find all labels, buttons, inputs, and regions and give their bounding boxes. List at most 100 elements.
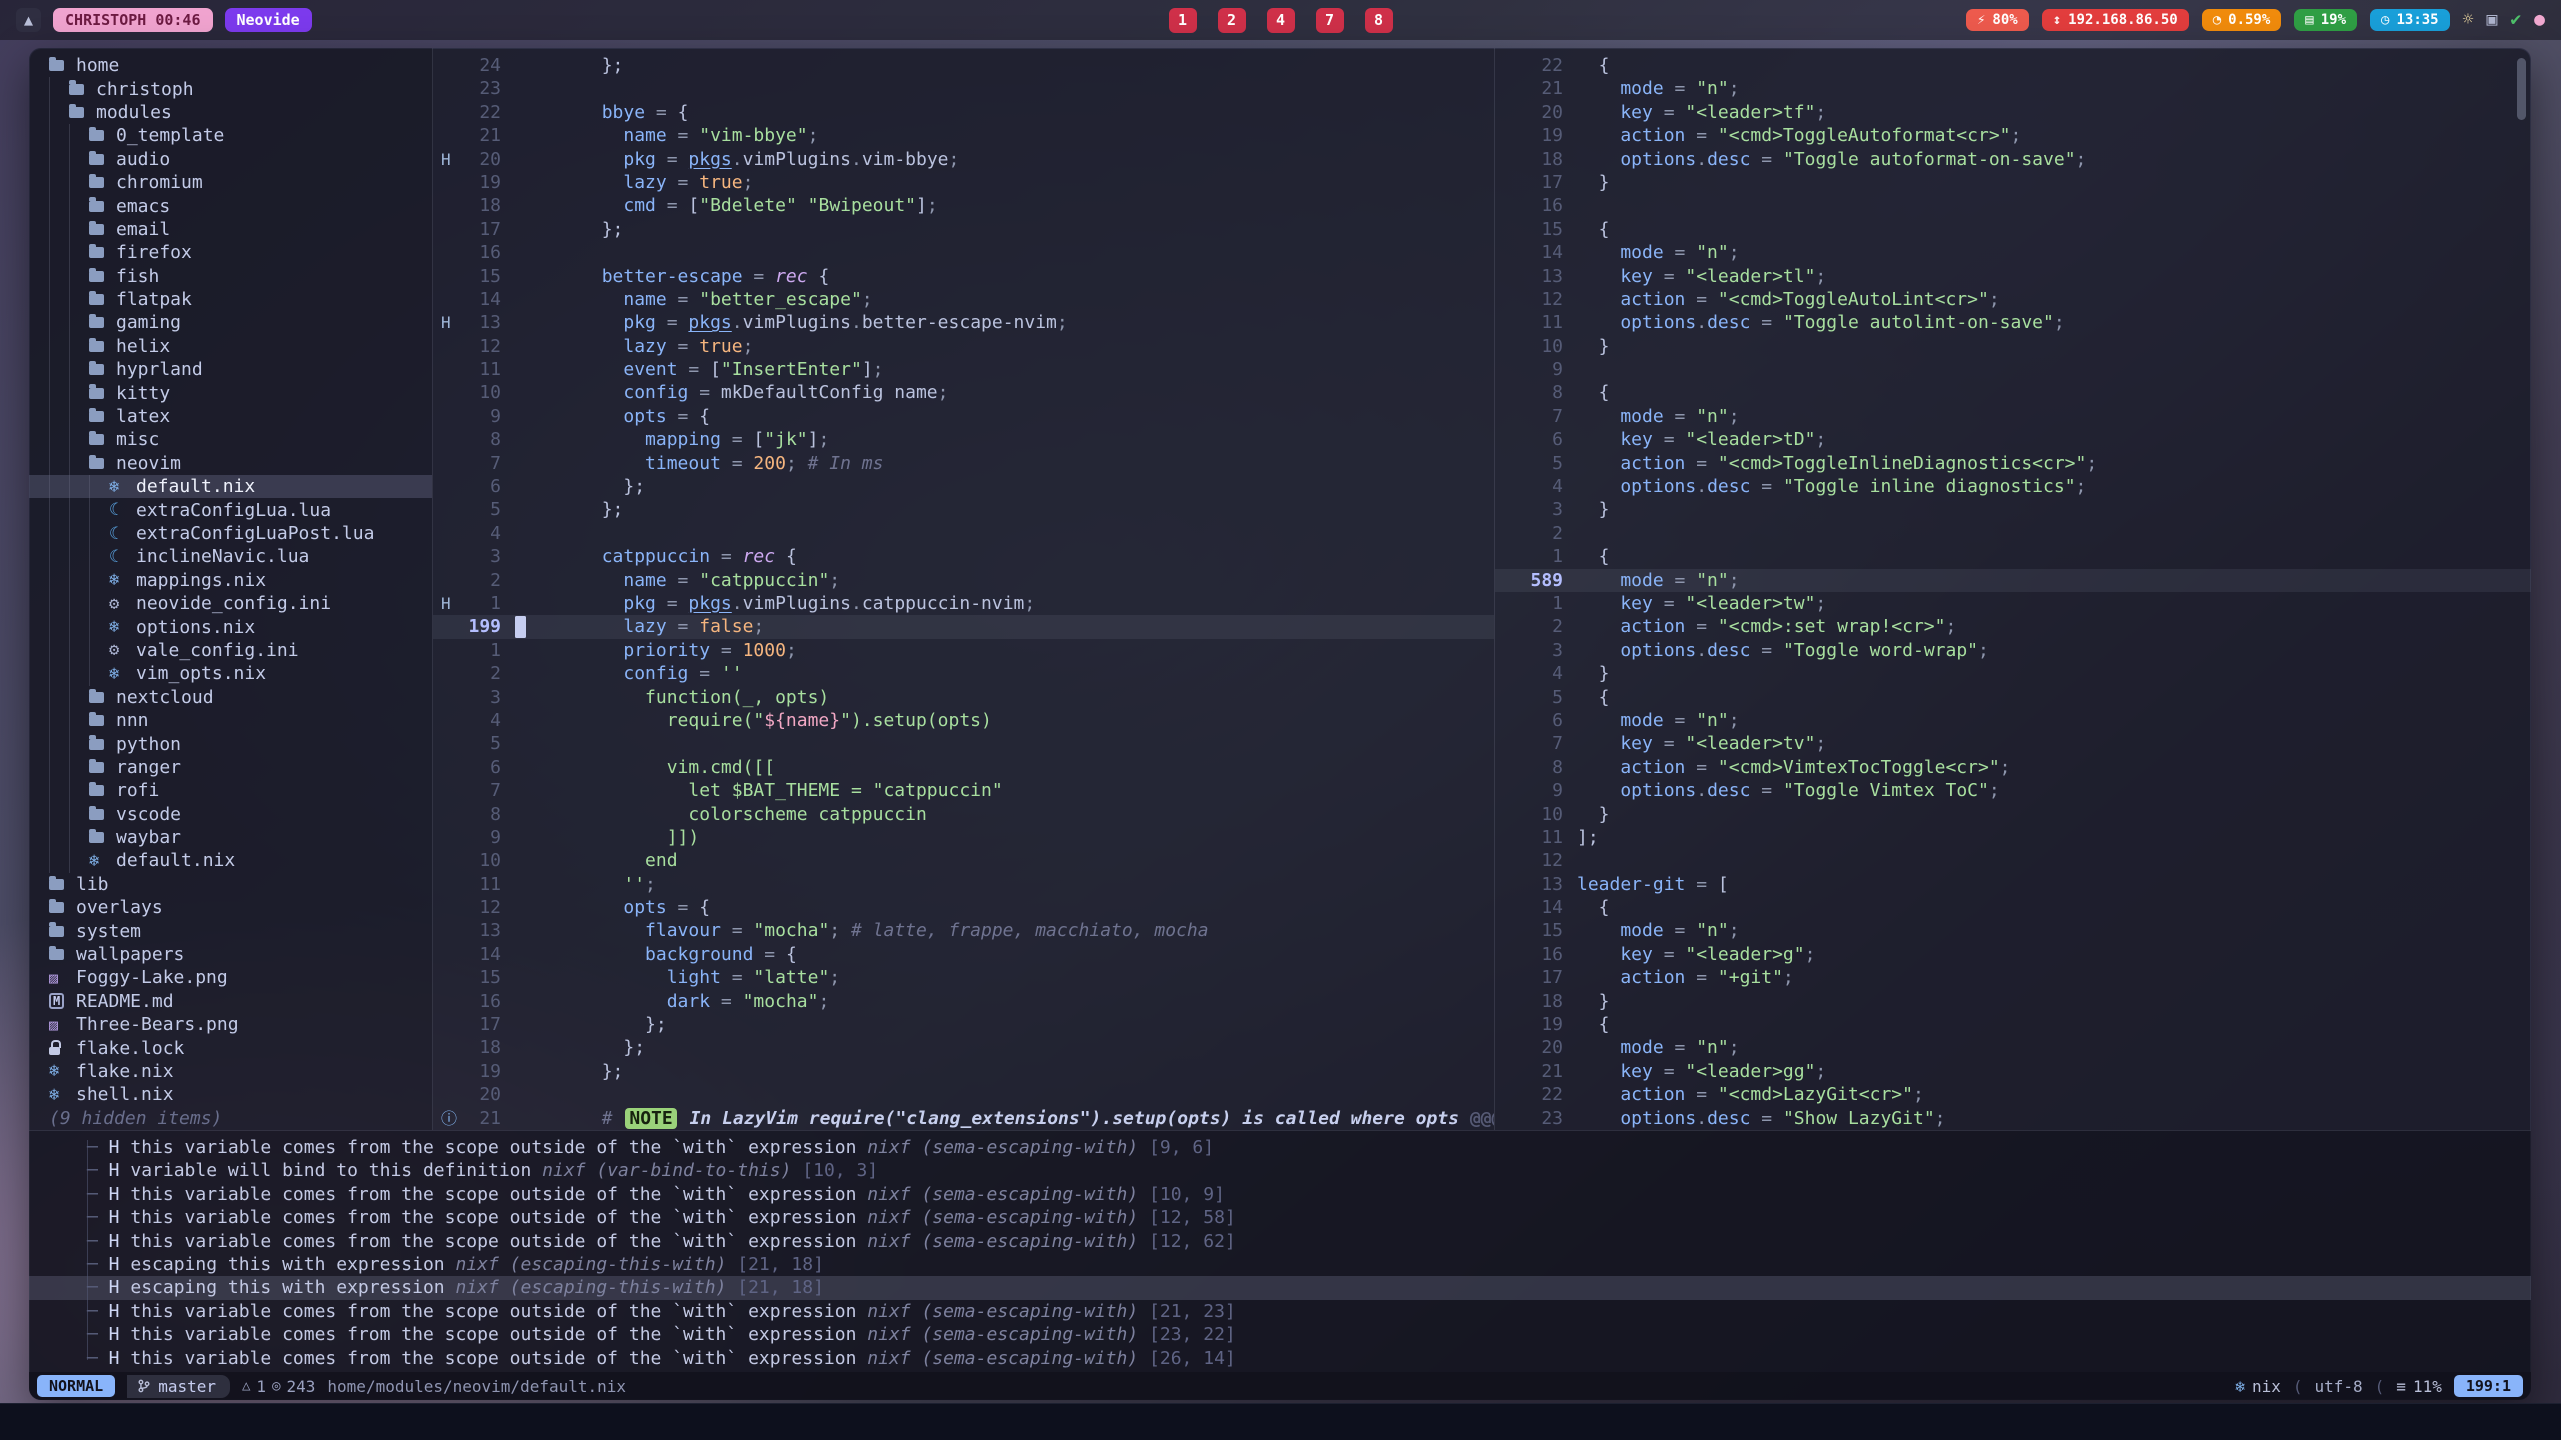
code-line[interactable]: 10 } — [1495, 335, 2531, 358]
tree-item[interactable]: wallpapers — [29, 943, 432, 966]
tree-item[interactable]: ranger — [29, 756, 432, 779]
tree-item[interactable]: emacs — [29, 194, 432, 217]
code-line[interactable]: 2 name = "catppuccin"; — [433, 569, 1494, 592]
code-line[interactable]: 14 mode = "n"; — [1495, 241, 2531, 264]
code-line[interactable]: 199 lazy = false; — [433, 615, 1494, 638]
tree-item[interactable]: chromium — [29, 171, 432, 194]
code-line[interactable]: 4 require("${name}").setup(opts) — [433, 709, 1494, 732]
code-line[interactable]: 16 dark = "mocha"; — [433, 990, 1494, 1013]
bulb-icon[interactable]: ☼ — [2463, 11, 2474, 29]
code-line[interactable]: 12 lazy = true; — [433, 335, 1494, 358]
tree-item[interactable]: vim_opts.nix — [29, 662, 432, 685]
tree-item[interactable]: neovim — [29, 452, 432, 475]
code-line[interactable]: 23 — [433, 77, 1494, 100]
code-line[interactable]: 19 }; — [433, 1060, 1494, 1083]
code-line[interactable]: 20 — [433, 1083, 1494, 1106]
tree-item[interactable]: Foggy-Lake.png — [29, 966, 432, 989]
code-line[interactable]: 6 }; — [433, 475, 1494, 498]
code-line[interactable]: 4 — [433, 522, 1494, 545]
tree-item[interactable]: neovide_config.ini — [29, 592, 432, 615]
code-line[interactable]: 2 config = '' — [433, 662, 1494, 685]
code-line[interactable]: 15 light = "latte"; — [433, 966, 1494, 989]
code-line[interactable]: 2 action = "<cmd>:set wrap!<cr>"; — [1495, 615, 2531, 638]
code-line[interactable]: 19 { — [1495, 1013, 2531, 1036]
code-line[interactable]: 15 { — [1495, 218, 2531, 241]
diagnostics-summary[interactable]: △ 1 ◎ 243 — [242, 1377, 315, 1396]
code-line[interactable]: H1 pkg = pkgs.vimPlugins.catppuccin-nvim… — [433, 592, 1494, 615]
code-line[interactable]: 17 action = "+git"; — [1495, 966, 2531, 989]
code-line[interactable]: 18 } — [1495, 990, 2531, 1013]
tree-item[interactable]: overlays — [29, 896, 432, 919]
code-line[interactable]: 3 catppuccin = rec { — [433, 545, 1494, 568]
code-line[interactable]: 5 — [433, 732, 1494, 755]
code-line[interactable]: 23 options.desc = "Show LazyGit"; — [1495, 1107, 2531, 1130]
code-line[interactable]: 14 name = "better_escape"; — [433, 288, 1494, 311]
code-line[interactable]: 7 mode = "n"; — [1495, 405, 2531, 428]
workspace-button[interactable]: 7 — [1316, 8, 1344, 33]
code-line[interactable]: 12 opts = { — [433, 896, 1494, 919]
code-line[interactable]: 4 } — [1495, 662, 2531, 685]
code-line[interactable]: 11]; — [1495, 826, 2531, 849]
code-line[interactable]: 7 let $BAT_THEME = "catppuccin" — [433, 779, 1494, 802]
code-line[interactable]: 15 better-escape = rec { — [433, 265, 1494, 288]
code-line[interactable]: 8 mapping = ["jk"]; — [433, 428, 1494, 451]
code-line[interactable]: 9 options.desc = "Toggle Vimtex ToC"; — [1495, 779, 2531, 802]
code-line[interactable]: 4 options.desc = "Toggle inline diagnost… — [1495, 475, 2531, 498]
code-line[interactable]: 6 vim.cmd([[ — [433, 756, 1494, 779]
tree-item[interactable]: modules — [29, 101, 432, 124]
code-line[interactable]: 6 key = "<leader>tD"; — [1495, 428, 2531, 451]
code-line[interactable]: 11 event = ["InsertEnter"]; — [433, 358, 1494, 381]
code-line[interactable]: 19 lazy = true; — [433, 171, 1494, 194]
tree-item[interactable]: options.nix — [29, 615, 432, 638]
tree-item[interactable]: Three-Bears.png — [29, 1013, 432, 1036]
code-line[interactable]: 6 mode = "n"; — [1495, 709, 2531, 732]
memory-badge[interactable]: ▤19% — [2294, 9, 2357, 31]
tree-item[interactable]: vscode — [29, 803, 432, 826]
code-line[interactable]: 19 action = "<cmd>ToggleAutoformat<cr>"; — [1495, 124, 2531, 147]
tree-item[interactable]: extraConfigLuaPost.lua — [29, 522, 432, 545]
tree-item[interactable]: vale_config.ini — [29, 639, 432, 662]
tree-item[interactable]: default.nix — [29, 475, 432, 498]
code-line[interactable]: 20 key = "<leader>tf"; — [1495, 101, 2531, 124]
tree-item[interactable]: helix — [29, 335, 432, 358]
quickfix-row[interactable]: ─ H this variable comes from the scope o… — [29, 1347, 2531, 1370]
code-line[interactable]: 3 } — [1495, 498, 2531, 521]
code-line[interactable]: 589 mode = "n"; — [1495, 569, 2531, 592]
tree-item[interactable]: waybar — [29, 826, 432, 849]
quickfix-row[interactable]: ─ H this variable comes from the scope o… — [29, 1300, 2531, 1323]
workspace-button[interactable]: 4 — [1267, 8, 1295, 33]
code-line[interactable]: 10 } — [1495, 803, 2531, 826]
code-line[interactable]: 14 { — [1495, 896, 2531, 919]
tree-item[interactable]: python — [29, 732, 432, 755]
tree-item[interactable]: mappings.nix — [29, 569, 432, 592]
code-line[interactable]: 22 bbye = { — [433, 101, 1494, 124]
code-line[interactable]: 21 mode = "n"; — [1495, 77, 2531, 100]
code-line[interactable]: 18 cmd = ["Bdelete" "Bwipeout"]; — [433, 194, 1494, 217]
network-badge[interactable]: ↕192.168.86.50 — [2042, 9, 2189, 31]
tree-item[interactable]: audio — [29, 148, 432, 171]
battery-badge[interactable]: ⚡80% — [1966, 9, 2029, 31]
record-dot-icon[interactable]: ● — [2534, 11, 2545, 29]
code-line[interactable]: H20 pkg = pkgs.vimPlugins.vim-bbye; — [433, 148, 1494, 171]
code-line[interactable]: 16 — [1495, 194, 2531, 217]
code-line[interactable]: 10 config = mkDefaultConfig name; — [433, 381, 1494, 404]
code-line[interactable]: H13 pkg = pkgs.vimPlugins.better-escape-… — [433, 311, 1494, 334]
code-line[interactable]: 24 }; — [433, 54, 1494, 77]
tree-item[interactable]: nnn — [29, 709, 432, 732]
tree-item[interactable]: default.nix — [29, 849, 432, 872]
tree-item[interactable]: hyprland — [29, 358, 432, 381]
tree-item[interactable]: system — [29, 919, 432, 942]
code-line[interactable]: 15 mode = "n"; — [1495, 919, 2531, 942]
code-line[interactable]: 7 key = "<leader>tv"; — [1495, 732, 2531, 755]
quickfix-row[interactable]: ─ H escaping this with expression nixf (… — [29, 1276, 2531, 1299]
tree-item[interactable]: christoph — [29, 77, 432, 100]
code-line[interactable]: 9 — [1495, 358, 2531, 381]
code-line[interactable]: 7 timeout = 200; # In ms — [433, 452, 1494, 475]
code-line[interactable]: 3 options.desc = "Toggle word-wrap"; — [1495, 639, 2531, 662]
cpu-badge[interactable]: ◔0.59% — [2202, 9, 2282, 31]
code-line[interactable]: 1 key = "<leader>tw"; — [1495, 592, 2531, 615]
distro-logo-icon[interactable]: ▲ — [16, 8, 41, 32]
workspace-button[interactable]: 1 — [1169, 8, 1197, 33]
code-line[interactable]: 21 key = "<leader>gg"; — [1495, 1060, 2531, 1083]
code-line[interactable]: 16 key = "<leader>g"; — [1495, 943, 2531, 966]
